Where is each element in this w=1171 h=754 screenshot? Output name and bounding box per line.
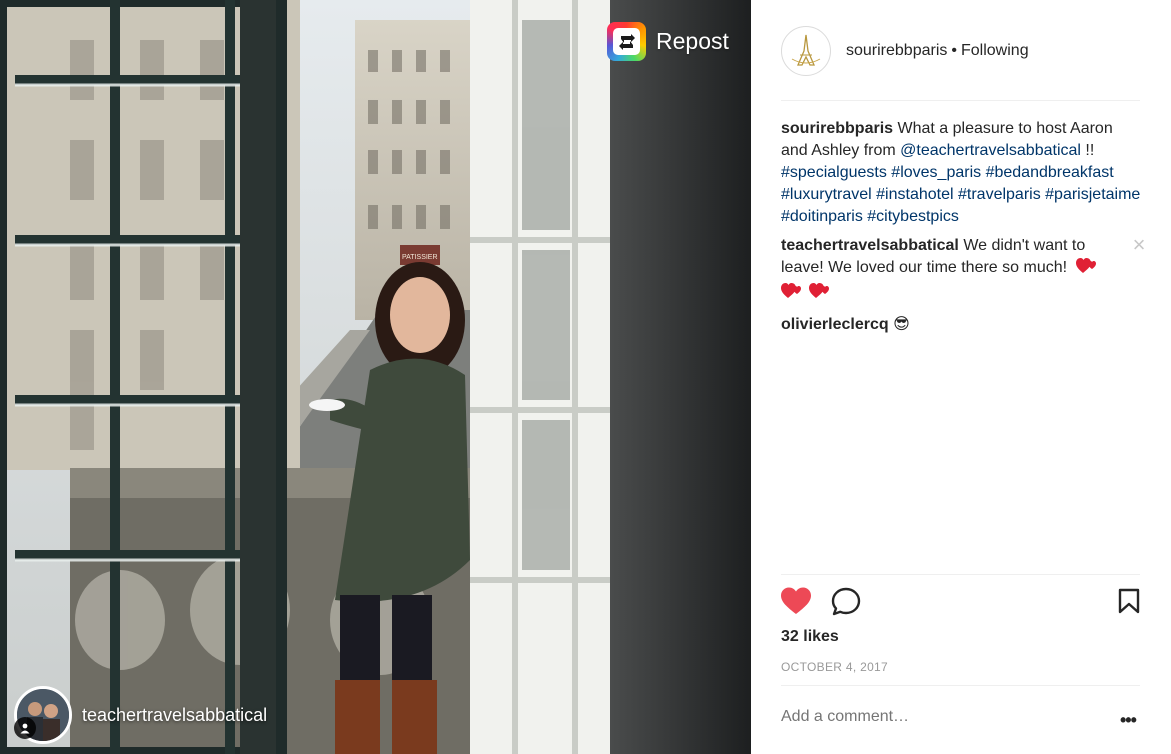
comments-list: sourirebbparis What a pleasure to host A…: [781, 118, 1145, 343]
caption-username[interactable]: sourirebbparis: [781, 120, 893, 137]
more-options-icon[interactable]: •••: [1120, 710, 1137, 731]
comment-username[interactable]: teachertravelsabbatical: [781, 237, 959, 254]
hashtag[interactable]: #instahotel: [876, 186, 953, 203]
action-bar: [781, 585, 1140, 619]
actions-divider: [781, 574, 1140, 575]
post-date: OCTOBER 4, 2017: [781, 660, 888, 674]
caption: sourirebbparis What a pleasure to host A…: [781, 118, 1143, 228]
comment-bubble-icon[interactable]: [831, 587, 861, 622]
two-hearts-emoji-icon: [1075, 257, 1100, 282]
post-details-panel: sourirebbparis • Following sourirebbparis …: [751, 0, 1171, 754]
repost-label: Repost: [656, 28, 729, 54]
two-hearts-emoji-icon: [809, 282, 833, 307]
eiffel-tower-logo-icon: [791, 34, 821, 66]
follow-status[interactable]: Following: [961, 42, 1029, 59]
hashtag[interactable]: #parisjetaime: [1045, 186, 1140, 203]
heart-icon[interactable]: [781, 587, 811, 620]
photo-scene: PATISSIER: [0, 0, 751, 754]
likes-count[interactable]: 32 likes: [781, 628, 839, 646]
bookmark-icon[interactable]: [1118, 588, 1140, 619]
hashtag[interactable]: #specialguests: [781, 164, 887, 181]
hashtag[interactable]: #travelparis: [958, 186, 1041, 203]
two-hearts-emoji-icon: [781, 282, 805, 307]
comment-text: 😎: [888, 316, 910, 333]
user-tag-icon[interactable]: [14, 717, 36, 739]
hashtag[interactable]: #loves_paris: [891, 164, 981, 181]
caption-text-after: !!: [1080, 142, 1095, 159]
repost-badge: Repost: [607, 22, 729, 61]
post-photo[interactable]: PATISSIER Repost teachertravelsabbatical: [0, 0, 751, 754]
hashtag[interactable]: #bedandbreakfast: [986, 164, 1114, 181]
comment-divider: [781, 685, 1140, 686]
owner-username[interactable]: sourirebbparis: [846, 42, 947, 59]
caption-mention[interactable]: @teachertravelsabbatical: [900, 142, 1081, 159]
owner-avatar[interactable]: [781, 26, 831, 76]
hashtag[interactable]: #luxurytravel: [781, 186, 872, 203]
photo-credit: teachertravelsabbatical: [14, 686, 267, 744]
storefront-sign: PATISSIER: [402, 254, 438, 261]
add-comment-input[interactable]: [781, 708, 1081, 726]
close-icon[interactable]: ×: [1129, 234, 1149, 256]
repost-icon: [607, 22, 646, 61]
comment-item: olivierleclercq 😎: [781, 314, 1143, 336]
post-header: sourirebbparis • Following: [781, 26, 1140, 101]
credit-username: teachertravelsabbatical: [82, 704, 268, 725]
comment-username[interactable]: olivierleclercq: [781, 316, 889, 333]
comment-item: teachertravelsabbatical We didn't want t…: [781, 234, 1145, 307]
header-separator: •: [951, 42, 957, 59]
hashtag[interactable]: #doitinparis: [781, 208, 863, 225]
hashtag[interactable]: #citybestpics: [867, 208, 959, 225]
